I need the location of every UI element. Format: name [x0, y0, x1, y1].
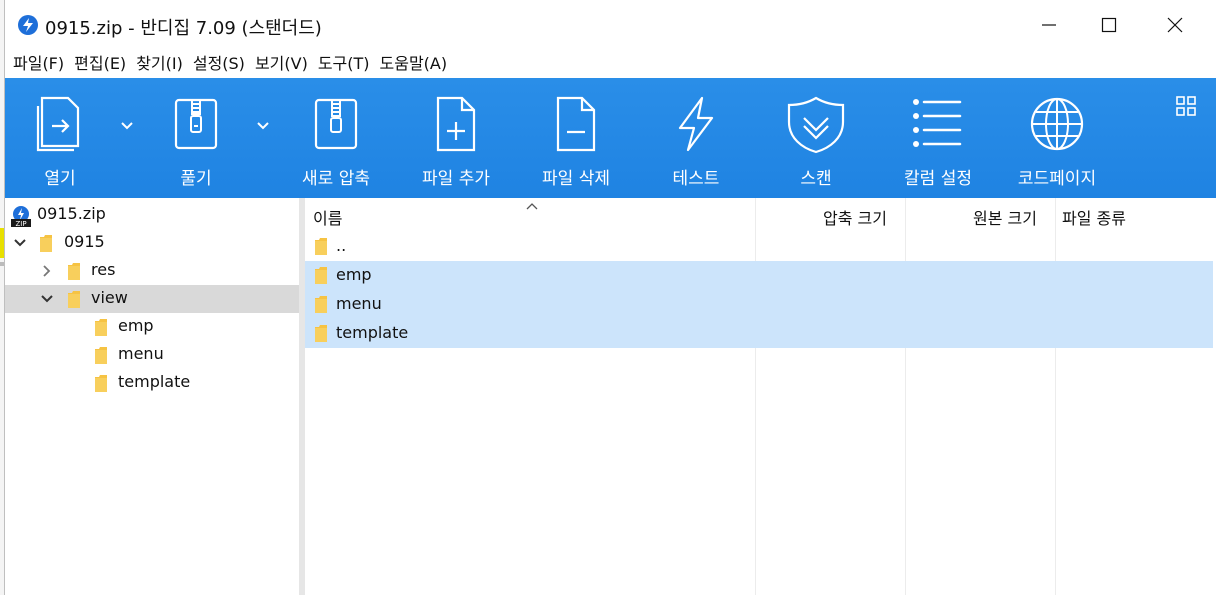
extract-button[interactable]: 풀기	[141, 78, 251, 198]
folder-icon	[68, 291, 80, 308]
open-label: 열기	[44, 169, 76, 189]
chevron-right-icon[interactable]	[40, 264, 54, 278]
chevron-down-icon[interactable]	[13, 236, 27, 250]
folder-icon	[40, 235, 52, 252]
list-row-menu[interactable]: menu	[305, 290, 1213, 319]
file-list: 이름 압축 크기 원본 크기 파일 종류 .. emp menu templat…	[305, 198, 1216, 595]
new-archive-icon	[314, 98, 358, 150]
tree-item-menu[interactable]: menu	[5, 341, 299, 369]
globe-icon	[1030, 97, 1084, 151]
folder-icon	[315, 325, 327, 342]
list-row-name: ..	[336, 236, 347, 255]
list-row-name: menu	[336, 294, 382, 313]
list-row-name: emp	[336, 265, 372, 284]
zip-archive-icon: ZIP	[11, 206, 31, 227]
list-header: 이름 압축 크기 원본 크기 파일 종류	[305, 198, 1216, 232]
title-bar: 0915.zip - 반디집 7.09 (스탠더드)	[5, 0, 1216, 50]
lightning-icon	[678, 96, 714, 152]
tree-item-label: view	[91, 288, 128, 307]
list-row-emp[interactable]: emp	[305, 261, 1213, 290]
codepage-button[interactable]: 코드페이지	[1002, 78, 1112, 198]
zip-extract-icon	[174, 98, 218, 150]
column-header-original-size[interactable]: 원본 크기	[973, 205, 1037, 229]
menu-find[interactable]: 찾기(I)	[128, 50, 183, 78]
delete-file-button[interactable]: 파일 삭제	[521, 78, 631, 198]
tree-item-label: res	[91, 260, 116, 279]
column-header-file-type[interactable]: 파일 종류	[1062, 205, 1126, 229]
folder-icon	[95, 347, 107, 364]
scan-label: 스캔	[800, 169, 832, 189]
column-header-name[interactable]: 이름	[313, 205, 342, 229]
maximize-button[interactable]	[1079, 0, 1139, 50]
test-button[interactable]: 테스트	[641, 78, 751, 198]
open-icon	[36, 96, 80, 152]
scan-button[interactable]: 스캔	[761, 78, 871, 198]
menu-settings[interactable]: 설정(S)	[185, 50, 245, 78]
tree-item-res[interactable]: res	[5, 257, 299, 285]
column-header-compressed-size[interactable]: 압축 크기	[823, 205, 887, 229]
menu-bar: 파일(F) 편집(E) 찾기(I) 설정(S) 보기(V) 도구(T) 도움말(…	[5, 50, 1216, 78]
tree-item-emp[interactable]: emp	[5, 313, 299, 341]
tree-item-archive[interactable]: ZIP 0915.zip	[5, 201, 299, 229]
extract-dropdown-icon[interactable]	[256, 118, 270, 132]
folder-icon	[315, 238, 327, 255]
file-add-icon	[436, 96, 476, 152]
bandizip-app-icon	[18, 15, 38, 35]
menu-edit[interactable]: 편집(E)	[66, 50, 126, 78]
tree-item-label: 0915	[64, 232, 105, 251]
layout-grid-icon[interactable]	[1176, 96, 1196, 116]
folder-icon	[95, 375, 107, 392]
list-row-name: template	[336, 323, 409, 342]
window-title: 0915.zip - 반디집 7.09 (스탠더드)	[45, 18, 322, 39]
tree-item-label: emp	[118, 316, 154, 335]
tree-item-label: 0915.zip	[37, 204, 106, 223]
svg-text:ZIP: ZIP	[15, 220, 26, 227]
tree-item-label: menu	[118, 344, 164, 363]
list-icon	[913, 99, 962, 147]
menu-tools[interactable]: 도구(T)	[310, 50, 370, 78]
close-button[interactable]	[1145, 0, 1205, 50]
chevron-down-icon[interactable]	[40, 292, 54, 306]
bandizip-window: 0915.zip - 반디집 7.09 (스탠더드) 파일(F) 편집(E) 찾…	[4, 0, 1216, 595]
menu-help[interactable]: 도움말(A)	[372, 50, 448, 78]
minimize-button[interactable]	[1019, 0, 1079, 50]
folder-icon	[315, 296, 327, 313]
menu-view[interactable]: 보기(V)	[247, 50, 308, 78]
delete-file-label: 파일 삭제	[542, 169, 610, 189]
new-archive-label: 새로 압축	[302, 169, 370, 189]
test-label: 테스트	[672, 169, 720, 189]
add-file-label: 파일 추가	[422, 169, 490, 189]
codepage-label: 코드페이지	[1017, 169, 1097, 189]
sort-ascending-icon	[526, 203, 538, 210]
tree-item-template[interactable]: template	[5, 369, 299, 397]
open-dropdown-icon[interactable]	[120, 118, 134, 132]
menu-file[interactable]: 파일(F)	[5, 50, 64, 78]
new-archive-button[interactable]: 새로 압축	[281, 78, 391, 198]
tree-item-label: template	[118, 372, 191, 391]
toolbar: 열기 풀기 새로 압축 파일 추가 파일 삭제 테스트 스캔 칼럼 설정 코드페…	[5, 78, 1216, 198]
tree-item-view[interactable]: view	[5, 285, 299, 313]
add-file-button[interactable]: 파일 추가	[401, 78, 511, 198]
shield-icon	[787, 96, 845, 154]
extract-label: 풀기	[180, 169, 212, 189]
folder-icon	[315, 267, 327, 284]
list-row-template[interactable]: template	[305, 319, 1213, 348]
column-settings-label: 칼럼 설정	[904, 169, 972, 189]
list-row-parent[interactable]: ..	[305, 232, 1213, 261]
folder-tree: ZIP 0915.zip 0915 res view emp menu temp…	[5, 198, 299, 595]
folder-icon	[95, 319, 107, 336]
folder-icon	[68, 263, 80, 280]
tree-item-0915[interactable]: 0915	[5, 229, 299, 257]
file-remove-icon	[556, 96, 596, 152]
open-button[interactable]: 열기	[5, 78, 115, 198]
column-settings-button[interactable]: 칼럼 설정	[883, 78, 993, 198]
